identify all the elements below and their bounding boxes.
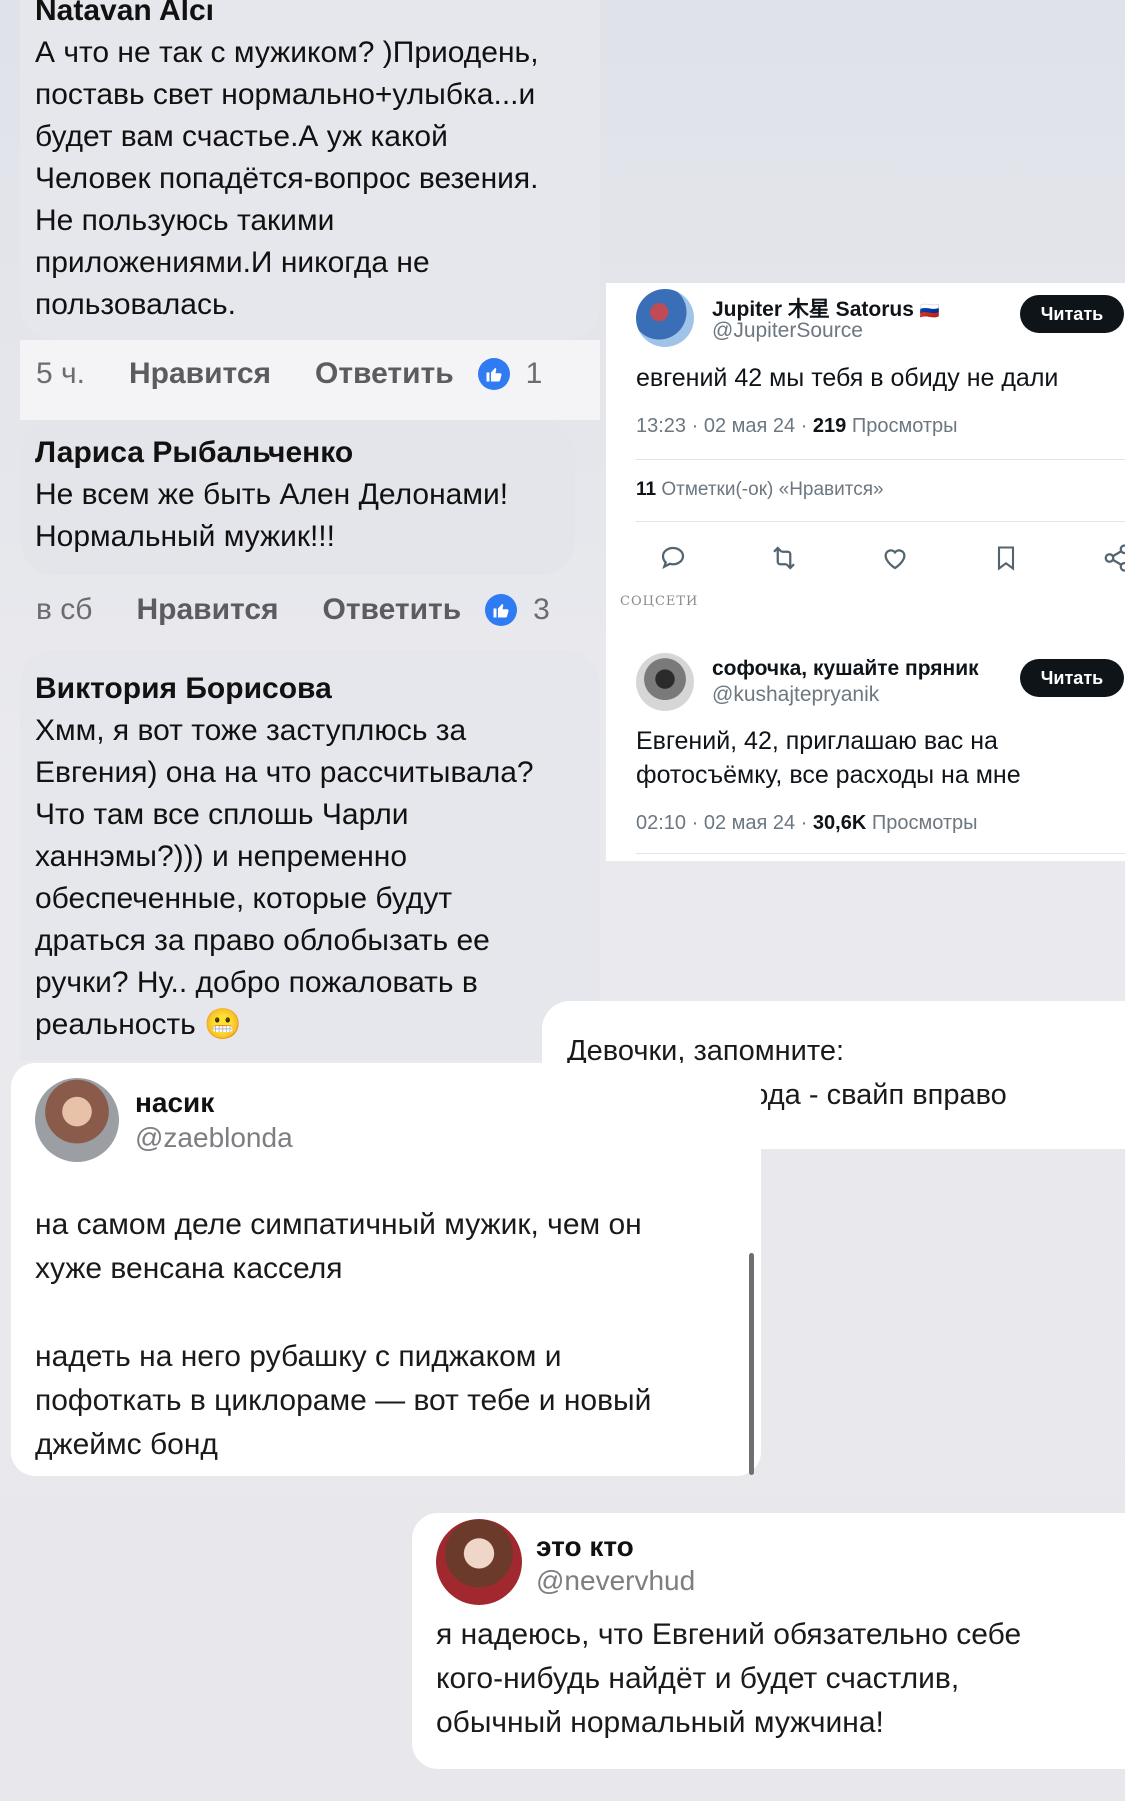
watermark-text: СОЦСЕТИ xyxy=(620,594,699,609)
thumbs-up-icon xyxy=(485,594,518,626)
tweet-handle[interactable]: @JupiterSource xyxy=(712,319,863,343)
thread-line: обычный нормальный мужчина! xyxy=(436,1706,884,1739)
thread-post-eto-kto: это кто @nevervhud я надеюсь, что Евгени… xyxy=(412,1513,1125,1769)
tweet-author-name[interactable]: софочка, кушайте пряник xyxy=(712,657,979,681)
comment-line: пользовалась. xyxy=(35,288,236,321)
bookmark-icon[interactable] xyxy=(992,543,1020,578)
follow-button[interactable]: Читать xyxy=(1020,659,1124,697)
thread-line: я надеюсь, что Евгений обязательно себе xyxy=(436,1618,1022,1651)
views-label: Просмотры xyxy=(851,415,958,437)
author-name-text: Jupiter 木星 Satorus xyxy=(712,298,914,321)
views-count: 219 xyxy=(812,415,847,437)
thread-handle[interactable]: @nevervhud xyxy=(536,1565,695,1597)
tweet-likes[interactable]: 11 Отметки(-ок) «Нравится» xyxy=(636,479,884,501)
comment-line: будет вам счастье.А уж какой xyxy=(35,120,448,153)
tweet-meta: 02:10 · 02 мая 24 · 30,6K Просмотры xyxy=(636,812,978,835)
follow-button[interactable]: Читать xyxy=(1020,295,1124,333)
share-icon[interactable] xyxy=(1102,543,1125,578)
comment-line: поставь свет нормально+улыбка...и xyxy=(35,78,536,111)
comment-actions: в сб Нравится Ответить 3 xyxy=(36,590,550,630)
avatar[interactable] xyxy=(636,289,694,347)
tweet-sofochka: софочка, кушайте пряник @kushajtepryanik… xyxy=(606,629,1125,861)
thread-author-name[interactable]: насик xyxy=(135,1087,214,1119)
views-count: 30,6K xyxy=(812,812,867,834)
tweet-timestamp: 02:10 · 02 мая 24 · xyxy=(636,812,813,834)
comment-line: Что там все сплошь Чарли xyxy=(35,798,409,831)
comment-time: 5 ч. xyxy=(36,357,85,390)
reply-icon[interactable] xyxy=(658,543,688,578)
thread-post-nasik: насик @zaeblonda на самом деле симпатичн… xyxy=(11,1063,761,1476)
comment-line: Не пользуюсь такими xyxy=(35,204,335,237)
thread-text: на самом деле симпатичный мужик, чем он … xyxy=(35,1203,755,1467)
comment-line: обеспеченные, которые будут xyxy=(35,882,453,915)
russia-flag-icon: 🇷🇺 xyxy=(919,303,940,320)
comment-line: драться за право облобызать ее xyxy=(35,924,490,957)
likes-count: 11 xyxy=(636,479,657,500)
scrollbar[interactable] xyxy=(749,1253,754,1475)
like-count: 1 xyxy=(525,357,543,390)
thread-line: хуже венсана касселя xyxy=(35,1252,343,1285)
like-button[interactable]: Нравится xyxy=(136,593,278,627)
tweet-meta: 13:23 · 02 мая 24 · 219 Просмотры xyxy=(636,415,958,438)
comment-text: Не всем же быть Ален Делонами! Нормальны… xyxy=(35,474,585,558)
thread-text: я надеюсь, что Евгений обязательно себе … xyxy=(436,1613,1125,1745)
divider xyxy=(636,853,1125,854)
like-button[interactable]: Нравится xyxy=(129,357,271,391)
thread-handle[interactable]: @zaeblonda xyxy=(135,1122,293,1154)
comment-text: А что не так с мужиком? )Приодень, поста… xyxy=(35,32,605,326)
comment-text: Хмм, я вот тоже заступлюсь за Евгения) о… xyxy=(35,710,605,1046)
like-count: 3 xyxy=(533,593,550,626)
views-label: Просмотры xyxy=(871,812,978,834)
heart-icon[interactable] xyxy=(880,543,910,578)
grimace-emoji: 😬 xyxy=(204,1008,242,1041)
comment-line: ручки? Ну.. добро пожаловать в xyxy=(35,966,478,999)
thread-line: пофоткать в циклораме — вот тебе и новый xyxy=(35,1384,652,1417)
avatar[interactable] xyxy=(35,1078,119,1162)
comment-line: Не всем же быть Ален Делонами! xyxy=(35,478,509,511)
comment-line: Евгения) она на что рассчитывала? xyxy=(35,756,534,789)
tweet-line: фотосъёмку, все расходы на мне xyxy=(636,761,1021,789)
avatar[interactable] xyxy=(636,653,694,711)
tweet-handle[interactable]: @kushajtepryanik xyxy=(712,683,879,707)
divider xyxy=(636,521,1125,522)
retweet-icon[interactable] xyxy=(768,543,800,578)
thread-line: кого-нибудь найдёт и будет счастлив, xyxy=(436,1662,960,1695)
tweet-jupiter: Jupiter 木星 Satorus 🇷🇺 @JupiterSource Чит… xyxy=(606,283,1125,589)
divider xyxy=(636,459,1125,460)
likes-label: Отметки(-ок) «Нравится» xyxy=(661,479,884,500)
comment-line: ханнэмы?))) и непременно xyxy=(35,840,408,873)
comment-line: Человек попадётся-вопрос везения. xyxy=(35,162,539,195)
comment-line: приложениями.И никогда не xyxy=(35,246,430,279)
comment-time: в сб xyxy=(36,593,93,626)
comment-author[interactable]: Лариса Рыбальченко xyxy=(35,436,353,470)
tweet-text: евгений 42 мы тебя в обиду не дали xyxy=(636,364,1059,392)
comment-actions: 5 ч. Нравится Ответить 1 xyxy=(36,354,542,394)
comment-line: Хмм, я вот тоже заступлюсь за xyxy=(35,714,467,747)
comment-natavan: Natavan Alcı А что не так с мужиком? )Пр… xyxy=(0,0,600,420)
comment-larisa: Лариса Рыбальченко Не всем же быть Ален … xyxy=(0,420,600,650)
tweet-text: Евгений, 42, приглашаю вас на фотосъёмку… xyxy=(636,724,1021,792)
reply-button[interactable]: Ответить xyxy=(315,357,454,391)
comment-line-text: реальность xyxy=(35,1008,196,1041)
thumbs-up-icon xyxy=(477,358,510,390)
comment-author[interactable]: Natavan Alcı xyxy=(35,0,214,28)
comment-line: А что не так с мужиком? )Приодень, xyxy=(35,36,539,69)
avatar[interactable] xyxy=(436,1519,522,1605)
thread-author-name[interactable]: это кто xyxy=(536,1531,634,1563)
thread-line: на самом деле симпатичный мужик, чем он xyxy=(35,1208,642,1241)
thread-line: надеть на него рубашку с пиджаком и xyxy=(35,1340,562,1373)
tweet-timestamp: 13:23 · 02 мая 24 · xyxy=(636,415,813,437)
comment-line: Нормальный мужик!!! xyxy=(35,520,335,553)
comment-viktoria: Виктория Борисова Хмм, я вот тоже заступ… xyxy=(0,650,600,1060)
comment-author[interactable]: Виктория Борисова xyxy=(35,672,332,706)
comment-line: реальность 😬 xyxy=(35,1004,605,1046)
tweet-line: Евгений, 42, приглашаю вас на xyxy=(636,727,998,755)
reply-button[interactable]: Ответить xyxy=(323,593,462,627)
thread-line: джеймс бонд xyxy=(35,1428,218,1461)
